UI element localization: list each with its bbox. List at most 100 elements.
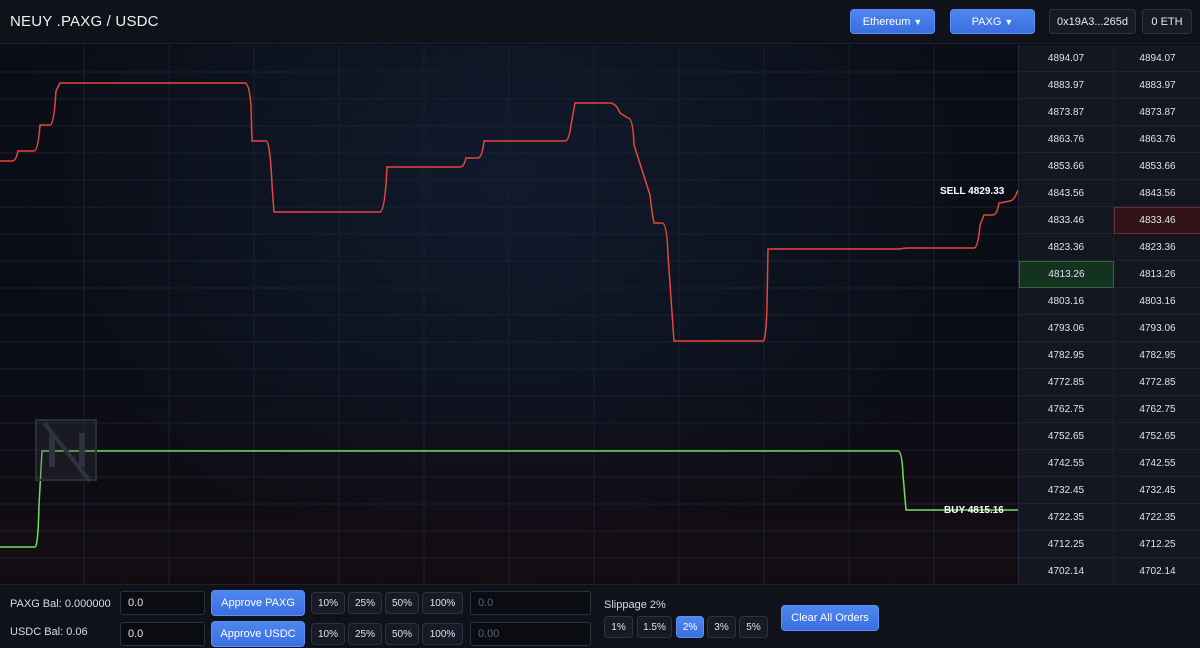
order-book-row[interactable]: 4712.25 4712.25 [1019,531,1200,558]
order-book-row[interactable]: 4702.14 4702.14 [1019,558,1200,585]
sell-price-cell[interactable]: 4823.36 [1114,234,1200,261]
sell-price-cell[interactable]: 4752.65 [1114,423,1200,450]
usdc-percent-100-button[interactable]: 100% [422,623,463,645]
token-dropdown[interactable]: PAXG ▼ [950,9,1035,34]
sell-price-cell[interactable]: 4742.55 [1114,450,1200,477]
buy-price: 4815.16 [967,505,1004,516]
buy-label: BUY [944,505,965,516]
sell-price-cell[interactable]: 4793.06 [1114,315,1200,342]
sell-price-cell[interactable]: 4873.87 [1114,99,1200,126]
buy-price-cell[interactable]: 4752.65 [1019,423,1114,450]
order-book-row[interactable]: 4793.06 4793.06 [1019,315,1200,342]
caret-down-icon: ▼ [913,16,923,27]
buy-price-cell[interactable]: 4793.06 [1019,315,1114,342]
slippage-5-button[interactable]: 5% [739,616,768,638]
paxg-percent-50-button[interactable]: 50% [385,592,419,614]
slippage-label: Slippage 2% [604,599,666,611]
buy-price-cell[interactable]: 4732.45 [1019,477,1114,504]
sell-price-cell[interactable]: 4894.07 [1114,45,1200,72]
buy-price-cell[interactable]: 4813.26 [1019,261,1114,288]
usdc-amount-input[interactable] [120,622,205,646]
sell-price-cell[interactable]: 4863.76 [1114,126,1200,153]
buy-price-cell[interactable]: 4843.56 [1019,180,1114,207]
top-bar: NEUY .PAXG / USDC Ethereum ▼ PAXG ▼ 0x19A3… [0,0,1200,44]
order-book-row[interactable]: 4762.75 4762.75 [1019,396,1200,423]
order-book-row[interactable]: 4873.87 4873.87 [1019,99,1200,126]
sell-price-cell[interactable]: 4883.97 [1114,72,1200,99]
slippage-1-5-button[interactable]: 1.5% [637,616,672,638]
usdc-percent-25-button[interactable]: 25% [348,623,382,645]
buy-price-cell[interactable]: 4873.87 [1019,99,1114,126]
order-book-row[interactable]: 4863.76 4863.76 [1019,126,1200,153]
buy-price-cell[interactable]: 4712.25 [1019,531,1114,558]
order-book-row[interactable]: 4853.66 4853.66 [1019,153,1200,180]
buy-price-cell[interactable]: 4762.75 [1019,396,1114,423]
order-book-row[interactable]: 4833.46 4833.46 [1019,207,1200,234]
eth-balance-badge: 0 ETH [1142,9,1192,34]
buy-price-cell[interactable]: 4702.14 [1019,558,1114,585]
order-book-row[interactable]: 4803.16 4803.16 [1019,288,1200,315]
paxg-percent-100-button[interactable]: 100% [422,592,463,614]
sell-price-cell[interactable]: 4813.26 [1114,261,1200,288]
order-book-row[interactable]: 4782.95 4782.95 [1019,342,1200,369]
order-book-row[interactable]: 4732.45 4732.45 [1019,477,1200,504]
order-book-row[interactable]: 4813.26 4813.26 [1019,261,1200,288]
buy-price-cell[interactable]: 4863.76 [1019,126,1114,153]
order-book-row[interactable]: 4772.85 4772.85 [1019,369,1200,396]
buy-price-cell[interactable]: 4782.95 [1019,342,1114,369]
order-book: 4894.07 4894.07 4883.97 4883.97 4873.87 4873.… [1018,45,1200,585]
buy-price-cell[interactable]: 4722.35 [1019,504,1114,531]
buy-price-cell[interactable]: 4823.36 [1019,234,1114,261]
usdc-price-input[interactable] [470,622,591,646]
buy-price-cell[interactable]: 4833.46 [1019,207,1114,234]
buy-price-cell[interactable]: 4883.97 [1019,72,1114,99]
sell-label: SELL [940,186,966,197]
sell-price: 4829.33 [968,186,1005,197]
paxg-percent-10-button[interactable]: 10% [311,592,345,614]
sell-price-cell[interactable]: 4772.85 [1114,369,1200,396]
usdc-percent-50-button[interactable]: 50% [385,623,419,645]
order-book-row[interactable]: 4722.35 4722.35 [1019,504,1200,531]
order-book-row[interactable]: 4742.55 4742.55 [1019,450,1200,477]
sell-price-cell[interactable]: 4803.16 [1114,288,1200,315]
usdc-percent-10-button[interactable]: 10% [311,623,345,645]
usdc-balance: USDC Bal: 0.06 [10,626,88,638]
approve-paxg-button[interactable]: Approve PAXG [211,590,305,616]
paxg-amount-input[interactable] [120,591,205,615]
sell-price-cell[interactable]: 4843.56 [1114,180,1200,207]
order-book-row[interactable]: 4752.65 4752.65 [1019,423,1200,450]
approve-usdc-button[interactable]: Approve USDC [211,621,305,647]
sell-price-cell[interactable]: 4853.66 [1114,153,1200,180]
page-title: NEUY .PAXG / USDC [10,13,159,30]
order-book-row[interactable]: 4894.07 4894.07 [1019,45,1200,72]
buy-price-label: BUY 4815.16 [944,505,1004,516]
sell-price-cell[interactable]: 4722.35 [1114,504,1200,531]
buy-price-cell[interactable]: 4742.55 [1019,450,1114,477]
order-book-row[interactable]: 4823.36 4823.36 [1019,234,1200,261]
trade-panel: PAXG Bal: 0.000000 USDC Bal: 0.06 Approv… [0,584,1200,648]
sell-price-cell[interactable]: 4782.95 [1114,342,1200,369]
sell-price-cell[interactable]: 4712.25 [1114,531,1200,558]
wallet-address-button[interactable]: 0x19A3...265d [1049,9,1136,34]
paxg-price-input[interactable] [470,591,591,615]
buy-price-cell[interactable]: 4853.66 [1019,153,1114,180]
chart-canvas [0,45,1018,584]
buy-price-cell[interactable]: 4772.85 [1019,369,1114,396]
paxg-percent-25-button[interactable]: 25% [348,592,382,614]
order-book-row[interactable]: 4883.97 4883.97 [1019,72,1200,99]
network-dropdown[interactable]: Ethereum ▼ [850,9,935,34]
buy-price-cell[interactable]: 4803.16 [1019,288,1114,315]
slippage-3-button[interactable]: 3% [707,616,736,638]
slippage-2-button[interactable]: 2% [676,616,704,638]
sell-price-cell[interactable]: 4732.45 [1114,477,1200,504]
clear-all-orders-button[interactable]: Clear All Orders [781,605,879,631]
buy-price-cell[interactable]: 4894.07 [1019,45,1114,72]
order-book-row[interactable]: 4843.56 4843.56 [1019,180,1200,207]
chart-grid [0,45,1018,584]
sell-price-cell[interactable]: 4702.14 [1114,558,1200,585]
sell-price-label: SELL 4829.33 [940,186,1004,197]
sell-price-cell[interactable]: 4762.75 [1114,396,1200,423]
slippage-1-button[interactable]: 1% [604,616,633,638]
neuy-logo-watermark [35,419,97,483]
sell-price-cell[interactable]: 4833.46 [1114,207,1200,234]
